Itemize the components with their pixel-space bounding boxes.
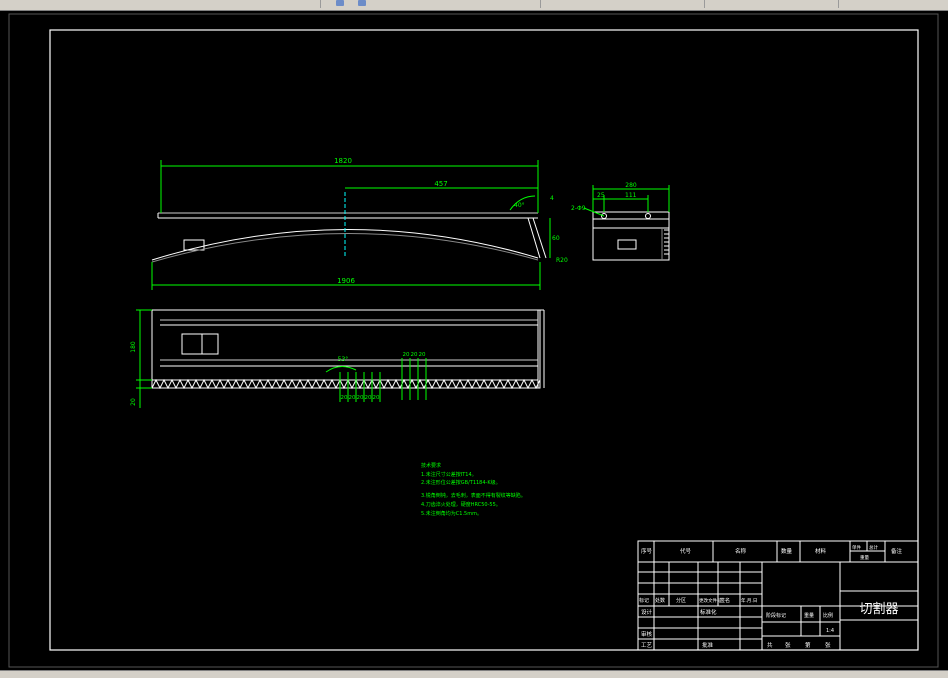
notes-line: 1.未注尺寸公差按IT14。 [421, 471, 477, 478]
technical-notes: 技术要求 1.未注尺寸公差按IT14。 2.未注形位公差按GB/T1184-K级… [421, 462, 526, 517]
dim-radius: R20 [556, 257, 568, 264]
toolbar-segment [544, 0, 705, 8]
dim-half-length: 457 [434, 180, 447, 188]
notes-line: 2.未注形位公差按GB/T1184-K级。 [421, 479, 501, 486]
toolbar-segment [0, 0, 321, 8]
dim-pitch-top-2: 20 [411, 352, 418, 358]
tb-scale-label: 比例 [823, 612, 833, 619]
dim-small-4: 4 [550, 195, 554, 202]
tb-header-material: 材料 [815, 547, 827, 555]
search-icon[interactable] [336, 0, 344, 6]
tb-sheet-unit: 张 [825, 641, 831, 649]
notes-title: 技术要求 [421, 462, 441, 469]
dim-end-hole: 2-Φ9 [571, 205, 586, 212]
dim-pitch-bottom-5: 20 [373, 395, 380, 401]
tb-header-weight: 重量 [860, 554, 869, 561]
dim-end-25: 25 [597, 192, 605, 199]
tb-sheet-no: 第 [805, 641, 811, 649]
tb-process: 工艺 [641, 642, 653, 649]
toolbar-segment [380, 0, 541, 8]
settings-icon[interactable] [358, 0, 366, 6]
top-view-dimensions [151, 160, 551, 290]
dim-vertical-60: 60 [552, 235, 560, 242]
tb-rev-doc: 更改文件号 [699, 597, 722, 604]
tb-header-name: 名称 [735, 547, 747, 555]
notes-line: 4.刀齿淬火处理，硬度HRC50-55。 [421, 501, 501, 508]
tb-weight: 重量 [804, 612, 814, 619]
drawing-frame [49, 29, 919, 651]
dim-pitch-top-3: 20 [419, 352, 426, 358]
tb-scale: 1:4 [826, 628, 834, 634]
window-toolbar [0, 0, 948, 11]
tb-header-total: 总计 [869, 544, 878, 551]
dim-pitch-bottom-3: 20 [357, 395, 364, 401]
tb-header-unit: 单件 [852, 544, 861, 551]
cad-drawing-canvas[interactable]: 1820 457 40° 4 60 R20 1906 280 25 111 2-… [0, 11, 948, 670]
dim-angle-top: 40° [514, 202, 525, 209]
dim-pitch-bottom-4: 20 [365, 395, 372, 401]
tb-header-code: 代号 [680, 547, 692, 555]
dim-overall-top: 1820 [334, 157, 352, 165]
tb-standard: 标准化 [700, 608, 717, 616]
dim-end-width: 280 [625, 182, 637, 189]
end-view-dimensions [583, 185, 670, 217]
tb-rev-date: 年.月.日 [741, 597, 757, 604]
toolbar-segment [708, 0, 839, 8]
tb-header-qty: 数量 [781, 547, 793, 555]
tb-review: 审核 [641, 630, 653, 638]
top-view [151, 192, 547, 263]
end-view [592, 211, 670, 261]
dim-front-height: 180 [130, 341, 137, 353]
title-block-labels: 序号 代号 名称 数量 材料 单件 总计 重量 备注 标记 处数 分区 更改文件… [639, 544, 903, 649]
dim-pitch-bottom-1: 20 [341, 395, 348, 401]
tb-rev-zone: 分区 [676, 597, 686, 604]
tb-header-seq: 序号 [641, 547, 653, 555]
tb-rev-sign: 签名 [720, 597, 730, 604]
drawing-title: 切割器 [859, 601, 898, 617]
dim-teeth-angle: 53° [338, 356, 349, 363]
title-block [637, 540, 919, 651]
tb-sheets-unit: 张 [785, 641, 791, 649]
sheet-outer-border [8, 13, 939, 668]
tb-rev-mark: 标记 [639, 597, 649, 604]
dim-pitch-top-1: 20 [403, 352, 410, 358]
saw-teeth [151, 378, 541, 390]
tb-design: 设计 [641, 608, 653, 616]
dim-bottom-length: 1906 [337, 277, 355, 285]
notes-line: 3.锐角倒钝，去毛刺，表面不得有裂纹等缺陷。 [421, 492, 526, 499]
dim-pitch-bottom-2: 20 [349, 395, 356, 401]
tb-rev-count: 处数 [655, 597, 665, 604]
tb-approve: 批准 [702, 641, 714, 649]
notes-line: 5.未注倒角均为C1.5mm。 [421, 510, 482, 517]
tb-header-remark: 备注 [891, 547, 903, 555]
tb-sheets-total: 共 [767, 641, 773, 649]
dim-front-20: 20 [130, 398, 137, 406]
tb-stage: 阶段标记 [766, 612, 786, 619]
dim-end-111: 111 [625, 192, 637, 199]
